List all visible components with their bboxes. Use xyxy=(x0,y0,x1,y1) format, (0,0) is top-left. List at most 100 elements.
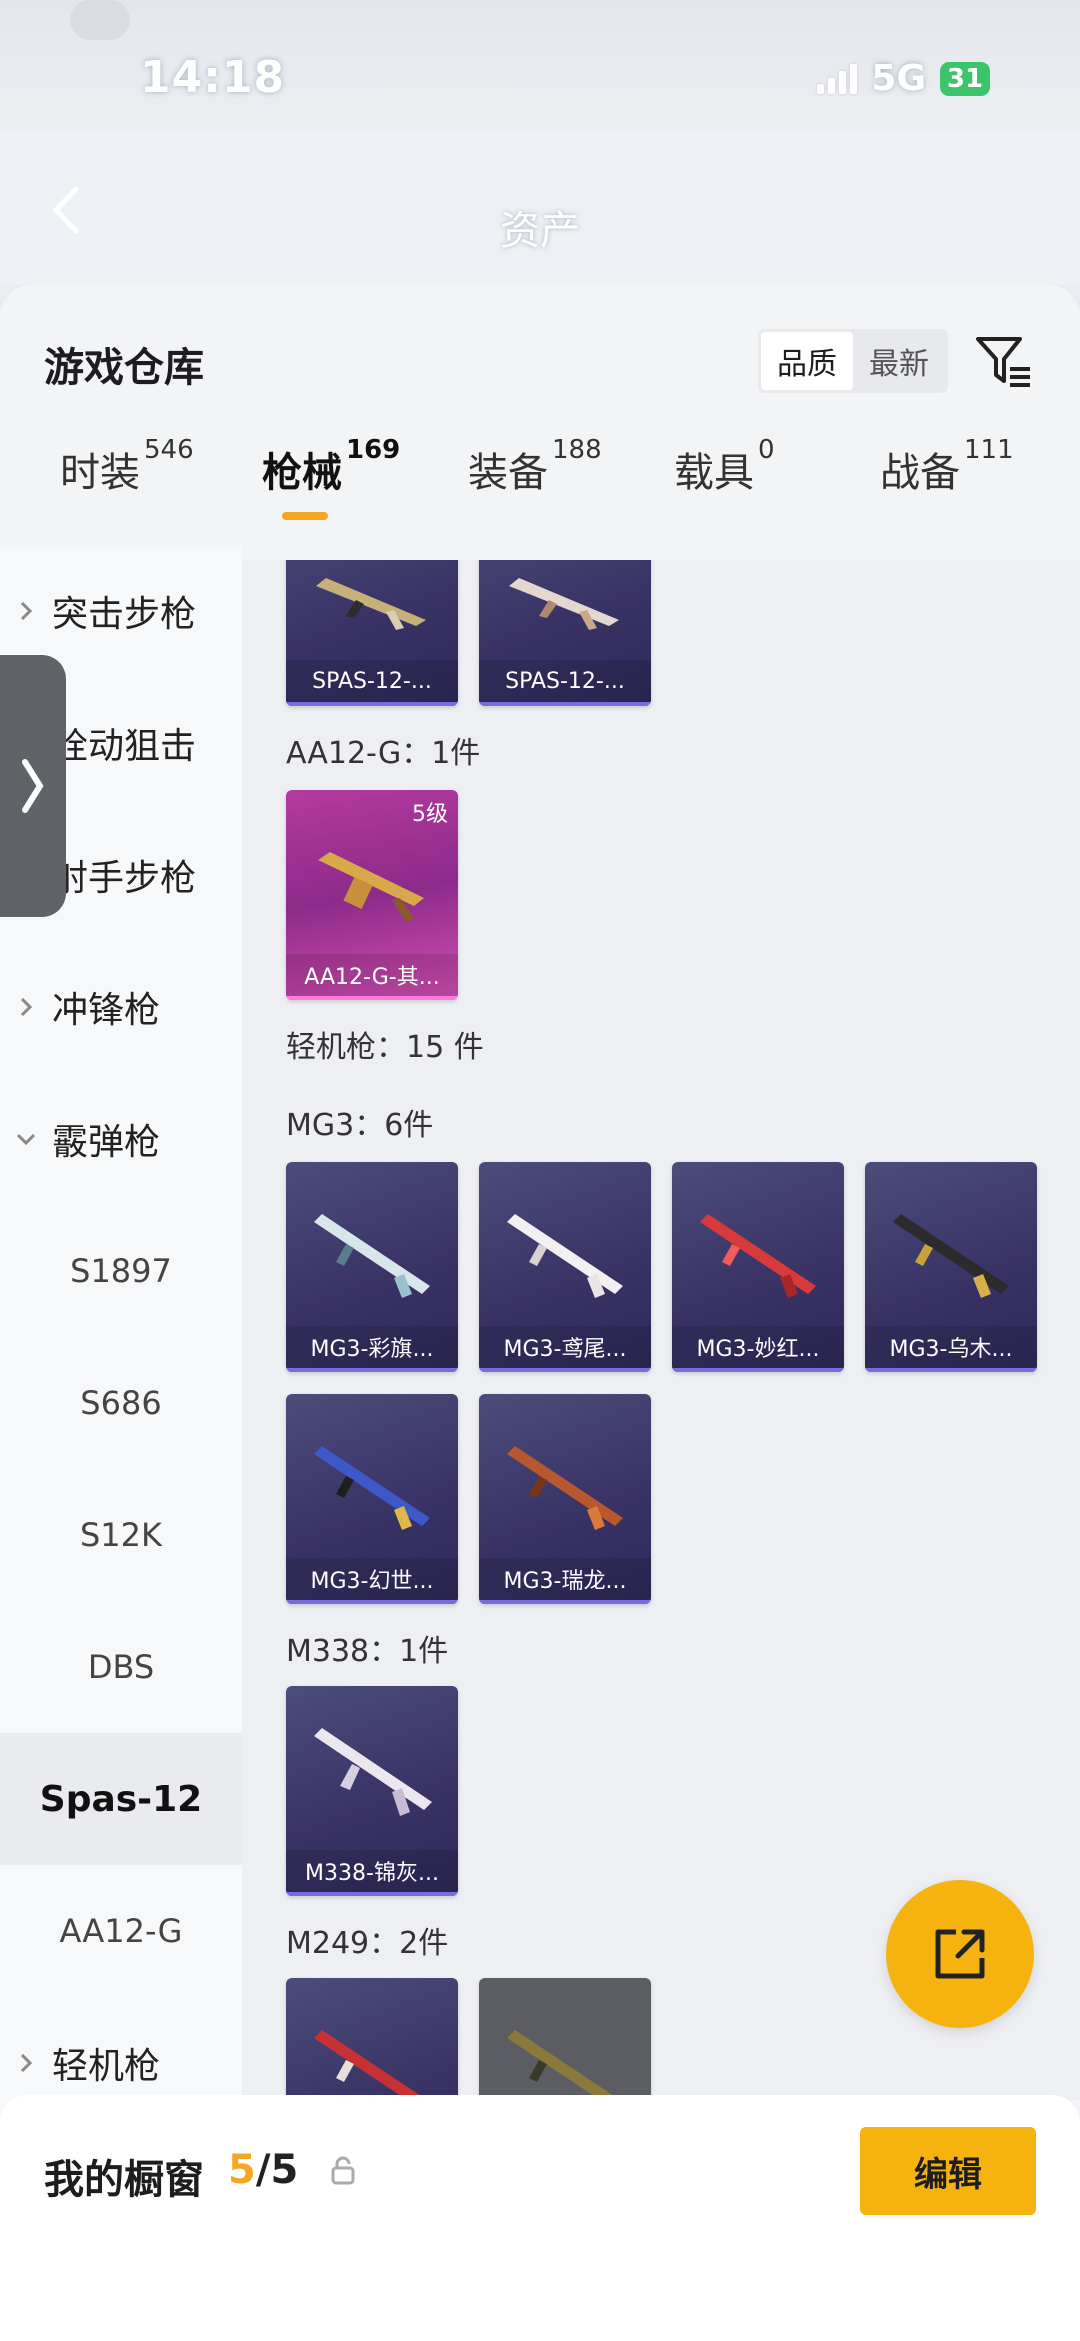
showcase-count: 5/5 xyxy=(228,2147,298,2193)
active-tab-indicator xyxy=(282,512,328,520)
tab-supplies[interactable]: 战备111 xyxy=(880,435,1014,498)
weapon-card[interactable]: M338-锦灰... xyxy=(286,1686,458,1896)
group-label-mg3: MG3：6件 xyxy=(286,1108,434,1143)
sidebar-item-dbs[interactable]: DBS xyxy=(0,1601,242,1733)
tab-label: 载具 xyxy=(674,450,754,496)
tab-count: 188 xyxy=(552,434,602,465)
weapon-card[interactable]: SPAS-12-... xyxy=(479,560,651,706)
chevron-right-icon xyxy=(0,996,52,1018)
lock-icon xyxy=(331,2156,355,2185)
weapon-card-name: MG3-幻世... xyxy=(286,1558,458,1604)
weapon-grid: SPAS-12-... SPAS-12-... AA12-G：1件 5级 AA1… xyxy=(242,560,1080,2100)
status-bar: 14:18 5G 31 xyxy=(0,0,1080,130)
tab-equipment[interactable]: 装备188 xyxy=(468,435,602,498)
group-label-lmg: 轻机枪：15 件 xyxy=(286,1030,484,1065)
sidebar-item-label: 霰弹枪 xyxy=(52,1122,161,1163)
group-label-m338: M338：1件 xyxy=(286,1634,449,1669)
gun-image-icon xyxy=(700,1214,816,1298)
warehouse-title: 游戏仓库 xyxy=(44,345,204,391)
battery-icon: 31 xyxy=(940,61,990,96)
warehouse-sheet: 游戏仓库 品质 最新 时装546 枪械169 装备188 载具0 战备111 突… xyxy=(0,285,1080,2341)
gun-image-icon xyxy=(316,578,426,630)
sidebar-item-label: 突击步枪 xyxy=(52,594,197,635)
edit-button[interactable]: 编辑 xyxy=(860,2127,1036,2215)
sidebar-item-s12k[interactable]: S12K xyxy=(0,1469,242,1601)
weapon-card[interactable]: MG3-彩旗... xyxy=(286,1162,458,1372)
filter-icon xyxy=(976,337,1030,387)
sidebar-item-spas12[interactable]: Spas-12 xyxy=(0,1733,242,1865)
gun-image-icon xyxy=(507,2030,620,2100)
gun-image-icon xyxy=(507,1446,623,1530)
sort-toggle: 品质 最新 xyxy=(758,329,948,393)
chevron-right-icon xyxy=(22,759,44,813)
category-tabs: 时装546 枪械169 装备188 载具0 战备111 xyxy=(0,435,1080,540)
sort-quality[interactable]: 品质 xyxy=(761,332,853,390)
weapon-card-name: MG3-瑞龙... xyxy=(479,1558,651,1604)
weapon-card-name: M338-锦灰... xyxy=(286,1850,458,1896)
weapon-card[interactable]: SPAS-12-... xyxy=(286,560,458,706)
share-button[interactable] xyxy=(886,1880,1034,2028)
tab-label: 战备 xyxy=(880,450,960,496)
chevron-down-icon xyxy=(0,1132,52,1146)
drawer-handle[interactable] xyxy=(0,655,66,917)
tab-count: 111 xyxy=(964,434,1014,465)
gun-image-icon xyxy=(314,1446,430,1530)
page-title: 资产 xyxy=(500,208,580,254)
weapon-card[interactable]: MG3-乌木... xyxy=(865,1162,1037,1372)
weapon-card[interactable]: MG3-瑞龙... xyxy=(479,1394,651,1604)
page-header: 资产 xyxy=(0,130,1080,285)
sort-newest[interactable]: 最新 xyxy=(853,332,945,390)
status-time: 14:18 xyxy=(140,52,286,103)
gun-image-icon xyxy=(314,2030,427,2100)
signal-icon xyxy=(817,63,858,94)
sidebar-item-s686[interactable]: S686 xyxy=(0,1337,242,1469)
weapon-card-name: SPAS-12-... xyxy=(286,660,458,706)
gun-image-icon xyxy=(893,1214,1009,1298)
sidebar-item-label: 栓动狙击 xyxy=(52,726,197,767)
gun-image-icon xyxy=(509,578,619,630)
weapon-card-name: SPAS-12-... xyxy=(479,660,651,706)
weapon-card-name: MG3-鸢尾... xyxy=(479,1326,651,1372)
tab-fashion[interactable]: 时装546 xyxy=(60,435,194,498)
gun-image-icon xyxy=(314,1214,430,1298)
weapon-card-name: MG3-彩旗... xyxy=(286,1326,458,1372)
tab-vehicles[interactable]: 载具0 xyxy=(674,435,775,498)
weapon-card[interactable] xyxy=(286,1978,458,2100)
blurred-avatar xyxy=(70,0,130,40)
showcase-label: 我的橱窗 xyxy=(44,2157,204,2203)
gun-image-icon xyxy=(314,1728,432,1816)
sidebar-item-label: 射手步枪 xyxy=(52,858,197,899)
tab-count: 546 xyxy=(144,434,194,465)
tab-count: 0 xyxy=(758,434,775,465)
sidebar-item-shotgun[interactable]: 霰弹枪 xyxy=(0,1073,242,1205)
weapon-card[interactable] xyxy=(479,1978,651,2100)
showcase-total: /5 xyxy=(255,2147,299,2193)
weapon-card-name: AA12-G-其... xyxy=(286,954,458,1000)
sidebar-item-aa12g[interactable]: AA12-G xyxy=(0,1865,242,1997)
tab-label: 装备 xyxy=(468,450,548,496)
tab-count: 169 xyxy=(346,434,401,465)
sidebar-item-label: 轻机枪 xyxy=(52,2046,161,2087)
weapon-card-name: MG3-妙红... xyxy=(672,1326,844,1372)
tab-label: 枪械 xyxy=(262,450,342,496)
weapon-card[interactable]: MG3-妙红... xyxy=(672,1162,844,1372)
chevron-right-icon xyxy=(0,2052,52,2074)
sidebar-item-s1897[interactable]: S1897 xyxy=(0,1205,242,1337)
showcase-current: 5 xyxy=(228,2147,256,2193)
weapon-card[interactable]: MG3-鸢尾... xyxy=(479,1162,651,1372)
sidebar-item-smg[interactable]: 冲锋枪 xyxy=(0,941,242,1073)
share-icon xyxy=(935,1929,985,1979)
weapon-card[interactable]: MG3-幻世... xyxy=(286,1394,458,1604)
gun-image-icon xyxy=(318,852,424,922)
sidebar-item-label: 冲锋枪 xyxy=(52,990,161,1031)
group-label-m249: M249：2件 xyxy=(286,1926,449,1961)
group-label-aa12g: AA12-G：1件 xyxy=(286,736,481,771)
status-indicators: 5G 31 xyxy=(817,58,990,99)
showcase-bar: 我的橱窗 5/5 编辑 xyxy=(0,2095,1080,2341)
tab-guns[interactable]: 枪械169 xyxy=(262,435,400,498)
weapon-card[interactable]: 5级 AA12-G-其... xyxy=(286,790,458,1000)
network-label: 5G xyxy=(871,58,926,99)
gun-image-icon xyxy=(507,1214,623,1298)
filter-button[interactable] xyxy=(972,329,1036,393)
chevron-right-icon xyxy=(0,600,52,622)
